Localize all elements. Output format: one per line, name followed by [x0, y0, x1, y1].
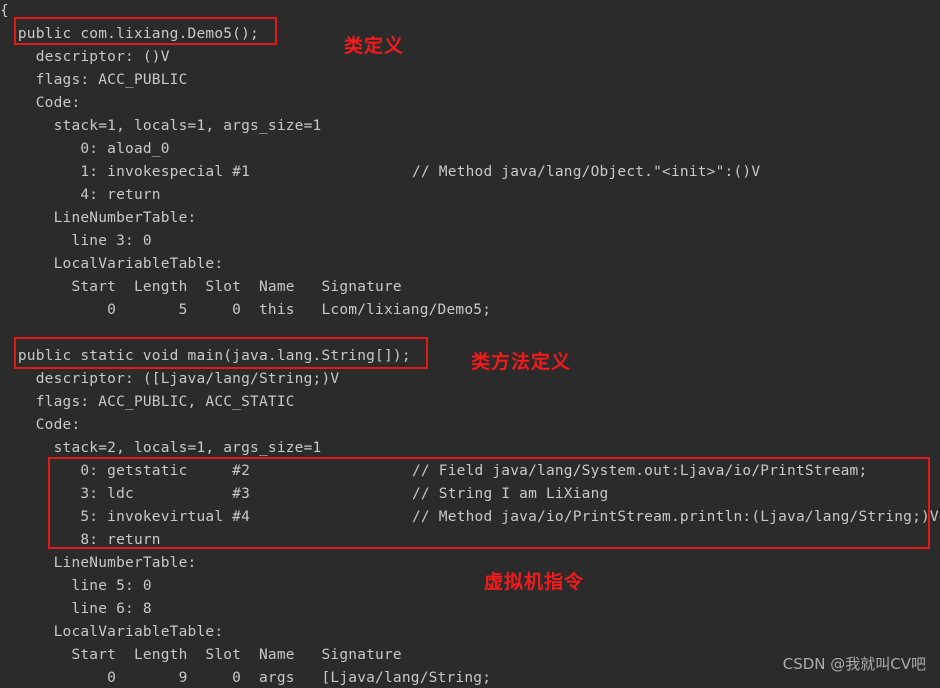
code-line: LineNumberTable: — [0, 552, 940, 575]
code-line-comment: // String I am LiXiang — [412, 486, 609, 502]
csdn-watermark: CSDN @我就叫CV吧 — [782, 655, 926, 673]
code-line: { — [0, 0, 940, 23]
class-method-definition-label: 类方法定义 — [471, 351, 572, 373]
code-line-text: LineNumberTable: — [0, 555, 197, 571]
code-line: line 5: 0 — [0, 575, 940, 598]
code-line-comment: // Method java/io/PrintStream.println:(L… — [412, 509, 939, 525]
code-line-text: descriptor: ([Ljava/lang/String;)V — [0, 371, 340, 387]
code-line-text: 5: invokevirtual #4 — [0, 509, 251, 525]
code-line-text: 4: return — [0, 187, 161, 203]
javap-output-screenshot: { public com.lixiang.Demo5(); descriptor… — [0, 0, 940, 688]
code-line: public com.lixiang.Demo5(); — [0, 23, 940, 46]
code-line: 8: return — [0, 529, 940, 552]
code-line: Code: — [0, 92, 940, 115]
code-line: stack=1, locals=1, args_size=1 — [0, 115, 940, 138]
code-line: Code: — [0, 414, 940, 437]
code-line: line 3: 0 — [0, 230, 940, 253]
code-line: flags: ACC_PUBLIC — [0, 69, 940, 92]
code-line-text: { — [0, 3, 9, 19]
code-line-text: stack=1, locals=1, args_size=1 — [0, 118, 322, 134]
code-line-text: 1: invokespecial #1 — [0, 164, 251, 180]
code-line: 4: return — [0, 184, 940, 207]
code-line-text: Start Length Slot Name Signature — [0, 279, 402, 295]
code-line: 0: getstatic #2 // Field java/lang/System… — [0, 460, 940, 483]
code-line: 1: invokespecial #1 // Method java/lang/O… — [0, 161, 940, 184]
code-line: 0 5 0 this Lcom/lixiang/Demo5; — [0, 299, 940, 322]
class-definition-label: 类定义 — [344, 35, 405, 57]
code-line-comment: // Method java/lang/Object."<init>":()V — [412, 164, 761, 180]
code-line-text: 0 5 0 this Lcom/lixiang/Demo5; — [0, 302, 492, 318]
code-line-text: stack=2, locals=1, args_size=1 — [0, 440, 322, 456]
vm-instructions-label: 虚拟机指令 — [484, 571, 585, 593]
code-line-text: 0: getstatic #2 — [0, 463, 251, 479]
code-line: 5: invokevirtual #4 // Method java/io/Pri… — [0, 506, 940, 529]
code-line-text: 8: return — [0, 532, 161, 548]
code-line: public static void main(java.lang.String… — [0, 345, 940, 368]
code-line: LocalVariableTable: — [0, 621, 940, 644]
code-line-text: 3: ldc #3 — [0, 486, 251, 502]
code-line: Start Length Slot Name Signature — [0, 276, 940, 299]
code-line-text: flags: ACC_PUBLIC — [0, 72, 188, 88]
code-line-text: Code: — [0, 417, 81, 433]
code-line: LocalVariableTable: — [0, 253, 940, 276]
code-line: descriptor: ()V — [0, 46, 940, 69]
code-line-text: flags: ACC_PUBLIC, ACC_STATIC — [0, 394, 295, 410]
code-line-text: line 6: 8 — [0, 601, 152, 617]
code-line: stack=2, locals=1, args_size=1 — [0, 437, 940, 460]
code-line-text: public static void main(java.lang.String… — [0, 348, 411, 364]
code-line-text: LocalVariableTable: — [0, 624, 224, 640]
code-line: line 6: 8 — [0, 598, 940, 621]
code-line: descriptor: ([Ljava/lang/String;)V — [0, 368, 940, 391]
code-line-text: LocalVariableTable: — [0, 256, 224, 272]
code-line: LineNumberTable: — [0, 207, 940, 230]
code-line-comment: // Field java/lang/System.out:Ljava/io/P… — [412, 463, 868, 479]
code-line-text: line 5: 0 — [0, 578, 152, 594]
bytecode-listing: { public com.lixiang.Demo5(); descriptor… — [0, 0, 940, 688]
code-line: 0: aload_0 — [0, 138, 940, 161]
code-line-text: 0 9 0 args [Ljava/lang/String; — [0, 670, 492, 686]
code-line-text: Code: — [0, 95, 81, 111]
code-line: flags: ACC_PUBLIC, ACC_STATIC — [0, 391, 940, 414]
code-line-text: LineNumberTable: — [0, 210, 197, 226]
code-line-text: line 3: 0 — [0, 233, 152, 249]
code-line-text: public com.lixiang.Demo5(); — [0, 26, 259, 42]
code-line-text: descriptor: ()V — [0, 49, 170, 65]
code-line-text: Start Length Slot Name Signature — [0, 647, 402, 663]
code-line: 3: ldc #3 // String I am LiXiang — [0, 483, 940, 506]
code-line-text: 0: aload_0 — [0, 141, 170, 157]
